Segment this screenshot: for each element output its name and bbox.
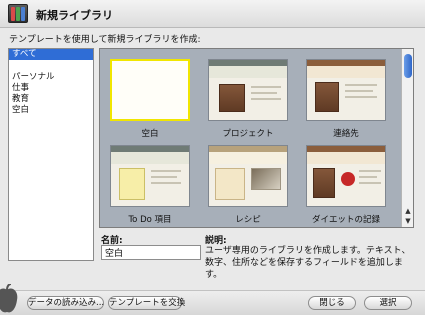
choose-button[interactable]: 選択: [364, 296, 412, 310]
category-list[interactable]: すべて パーソナル 仕事 教育 空白: [8, 48, 94, 261]
thumbnail-line: [151, 170, 181, 172]
template-diet-log-thumbnail: [306, 145, 386, 207]
address-book-icon: [315, 82, 339, 112]
thumbnail-line: [359, 170, 381, 172]
apple-icon: [0, 284, 18, 313]
checklist-icon: [119, 168, 145, 200]
scroll-down-arrow-icon[interactable]: ▼: [404, 217, 412, 226]
thumbnail-header: [111, 152, 189, 164]
thumbnail-line: [251, 98, 281, 100]
swap-template-button[interactable]: テンプレートを交換: [108, 296, 185, 310]
template-project-thumbnail: [208, 59, 288, 121]
library-name-input[interactable]: [101, 245, 201, 260]
category-item-work[interactable]: 仕事: [9, 83, 93, 94]
folder-icon: [219, 84, 245, 112]
description-text: ユーザ専用のライブラリを作成します。テキスト、数字、住所などを保存するフィールド…: [205, 246, 411, 280]
template-diet-log[interactable]: ダイエットの記録: [306, 145, 386, 225]
template-label: 空白: [141, 129, 159, 139]
thumbnail-header: [307, 152, 385, 164]
gallery-scrollbar[interactable]: ▲ ▼: [401, 49, 413, 227]
thumbnail-line: [345, 90, 373, 92]
template-project[interactable]: プロジェクト: [208, 59, 288, 139]
template-recipe[interactable]: レシピ: [208, 145, 288, 225]
bento-app-icon: [8, 4, 28, 23]
thumbnail-line: [359, 176, 377, 178]
category-item-blank[interactable]: 空白: [9, 105, 93, 116]
thumbnail-line: [251, 92, 277, 94]
template-label: ダイエットの記録: [312, 215, 380, 225]
thumbnail-header: [209, 152, 287, 164]
scroll-up-arrow-icon[interactable]: ▲: [404, 207, 412, 216]
thumbnail-line: [345, 96, 377, 98]
scroll-thumb[interactable]: [404, 54, 412, 78]
template-gallery[interactable]: 空白 プロジェクト 連絡先 To Do 項目 レシピ ダイエットの記録 ▲ ▼: [99, 48, 414, 228]
thumbnail-line: [359, 182, 381, 184]
apple-icon: [341, 172, 355, 186]
food-photo: [251, 168, 281, 190]
category-item-personal[interactable]: パーソナル: [9, 72, 93, 83]
recipe-card-icon: [215, 168, 245, 200]
template-blank[interactable]: 空白: [110, 59, 190, 139]
template-label: プロジェクト: [222, 129, 274, 139]
thumbnail-line: [345, 84, 377, 86]
thumbnail-line: [251, 86, 281, 88]
category-item-all[interactable]: すべて: [9, 49, 93, 60]
template-contacts[interactable]: 連絡先: [306, 59, 386, 139]
title-bar: 新規ライブラリ: [0, 0, 425, 28]
template-label: 連絡先: [333, 129, 359, 139]
instructions-text: テンプレートを使用して新規ライブラリを作成:: [9, 35, 201, 45]
template-contacts-thumbnail: [306, 59, 386, 121]
thumbnail-line: [151, 176, 177, 178]
template-blank-thumbnail: [110, 59, 190, 121]
category-separator: [9, 60, 93, 72]
notebook-icon: [313, 168, 335, 198]
template-label: To Do 項目: [128, 215, 172, 225]
import-data-button[interactable]: データの読み込み...: [27, 296, 104, 310]
template-todo-thumbnail: [110, 145, 190, 207]
thumbnail-header: [307, 66, 385, 78]
category-item-education[interactable]: 教育: [9, 94, 93, 105]
template-label: レシピ: [235, 215, 261, 225]
window-title: 新規ライブラリ: [36, 9, 113, 22]
thumbnail-header: [209, 66, 287, 78]
template-recipe-thumbnail: [208, 145, 288, 207]
close-button[interactable]: 閉じる: [308, 296, 356, 310]
thumbnail-line: [151, 182, 181, 184]
template-todo[interactable]: To Do 項目: [110, 145, 190, 225]
